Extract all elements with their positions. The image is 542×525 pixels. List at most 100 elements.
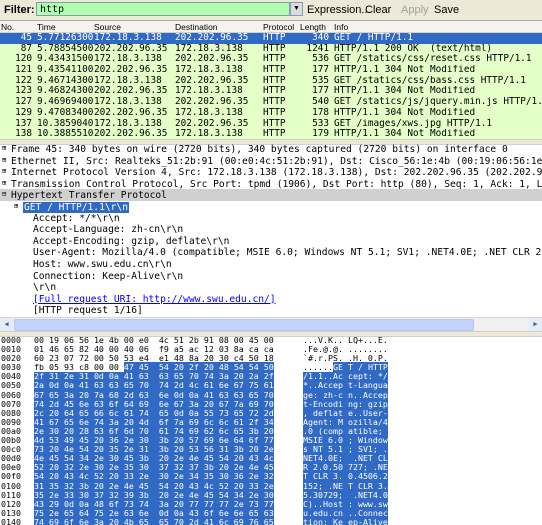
packet-cell-proto: HTTP	[263, 65, 286, 76]
detail-tree-item[interactable]: Accept-Encoding: gzip, deflate\r\n	[0, 236, 542, 248]
apply-button: Apply	[401, 4, 429, 16]
detail-link[interactable]: [Full request URI: http://www.swu.edu.cn…	[33, 294, 276, 305]
packet-cell-len: 535	[312, 75, 329, 86]
packet-cell-src: 172.18.3.138	[94, 75, 162, 86]
packet-list: No. Time Source Destination Protocol Len…	[0, 21, 542, 139]
expand-icon[interactable]: ⊞	[2, 166, 11, 178]
detail-tree-item[interactable]: \r\n	[0, 282, 542, 294]
packet-row[interactable]: 122 9.46714300 172.18.3.138 202.202.96.35 HT…	[0, 75, 542, 87]
packet-cell-src: 172.18.3.138	[94, 54, 162, 65]
packet-cell-info: HTTP/1.1 304 Not Modified	[334, 86, 476, 97]
packet-cell-info: GET /statics/js/jquery.min.js HTTP/1.1	[334, 97, 542, 108]
packet-row[interactable]: 45 5.77126300 172.18.3.138 202.202.96.35 HTT…	[0, 33, 542, 44]
packet-cell-time: 9.46714300	[37, 75, 94, 86]
packet-cell-src: 172.18.3.138	[94, 118, 162, 129]
scrollbar-thumb[interactable]	[14, 319, 474, 331]
packet-cell-dst: 172.18.3.138	[175, 129, 243, 139]
packet-cell-proto: HTTP	[263, 107, 286, 118]
detail-text: Ethernet II, Src: Realteks_51:2b:91 (00:…	[11, 155, 542, 167]
packet-cell-no: 87	[20, 43, 32, 54]
column-header-info[interactable]: Info	[334, 22, 348, 32]
detail-tree-item[interactable]: ⊞ Ethernet II, Src: Realteks_51:2b:91 (00…	[0, 155, 542, 167]
packet-cell-dst: 172.18.3.138	[175, 43, 243, 54]
clear-button[interactable]: Clear	[365, 4, 391, 16]
detail-tree-item[interactable]: Host: www.swu.edu.cn\r\n	[0, 259, 542, 271]
packet-cell-time: 9.46969400	[37, 97, 94, 108]
expression-button[interactable]: Expression...	[307, 4, 371, 16]
packet-bytes-pane: 0000 00 19 06 56 1e 4b 00 e0 4c 51 2b 91 …	[0, 336, 542, 525]
packet-cell-dst: 172.18.3.138	[175, 107, 243, 118]
packet-cell-info: HTTP/1.1 200 OK (text/html)	[334, 43, 493, 54]
packet-cell-no: 123	[15, 86, 32, 97]
hex-row[interactable]: 0140 74 69 6f 6e 3a 20 4b 65 65 70 2d 41 …	[0, 517, 542, 525]
detail-tree-item[interactable]: [Full request URI: http://www.swu.edu.cn…	[0, 294, 542, 306]
save-button[interactable]: Save	[434, 4, 459, 16]
packet-row[interactable]: 129 9.47083400 202.202.96.35 172.18.3.138 HT…	[0, 107, 542, 119]
filter-toolbar: Filter: http ▼ Expression... Clear Apply…	[0, 0, 542, 21]
packet-cell-len: 177	[312, 86, 329, 97]
packet-row[interactable]: 121 9.43541100 202.202.96.35 172.18.3.138 HT…	[0, 65, 542, 76]
packet-cell-len: 533	[312, 118, 329, 129]
detail-text: Internet Protocol Version 4, Src: 172.18…	[11, 166, 542, 178]
hex-ascii[interactable]: tion: Ke ep-Alive	[303, 517, 388, 525]
packet-cell-no: 45	[20, 33, 32, 43]
packet-cell-src: 202.202.96.35	[94, 129, 168, 139]
packet-cell-time: 9.46824300	[37, 86, 94, 97]
filter-dropdown-button[interactable]: ▼	[290, 2, 303, 16]
detail-tree-item[interactable]: User-Agent: Mozilla/4.0 (compatible; MSI…	[0, 247, 542, 259]
expand-icon[interactable]: ⊞	[2, 178, 11, 190]
packet-row[interactable]: 120 9.43431500 172.18.3.138 202.202.96.35 HT…	[0, 54, 542, 66]
expand-icon[interactable]: ⊞	[2, 155, 11, 167]
packet-cell-dst: 172.18.3.138	[175, 65, 243, 76]
column-header-time[interactable]: Time	[37, 22, 56, 32]
column-header-no[interactable]: No.	[1, 22, 14, 32]
detail-tree-item[interactable]: Accept-Language: zh-cn\r\n	[0, 224, 542, 236]
column-header-source[interactable]: Source	[94, 22, 121, 32]
detail-text: Host: www.swu.edu.cn\r\n	[33, 258, 172, 270]
packet-row[interactable]: 127 9.46969400 172.18.3.138 202.202.96.35 HT…	[0, 97, 542, 108]
detail-text: User-Agent: Mozilla/4.0 (compatible; MSI…	[33, 247, 542, 259]
detail-tree-item[interactable]: ⊟ Hypertext Transfer Protocol	[0, 189, 542, 201]
scroll-left-arrow-icon[interactable]: ◀	[0, 318, 13, 331]
packet-cell-time: 10.3885510	[37, 129, 94, 139]
detail-tree-item[interactable]: ⊞ Frame 45: 340 bytes on wire (2720 bits)…	[0, 143, 542, 155]
packet-cell-len: 1241	[306, 43, 329, 54]
packet-cell-dst: 172.18.3.138	[175, 86, 243, 97]
packet-row[interactable]: 87 5.78854500 202.202.96.35 172.18.3.138 HTT…	[0, 43, 542, 55]
packet-cell-src: 202.202.96.35	[94, 43, 168, 54]
packet-cell-proto: HTTP	[263, 86, 286, 97]
filter-input[interactable]: http	[36, 2, 290, 16]
packet-list-header: No. Time Source Destination Protocol Len…	[0, 21, 542, 33]
detail-text: Accept-Encoding: gzip, deflate\r\n	[33, 235, 230, 247]
expand-icon[interactable]: ⊞	[2, 143, 11, 155]
packet-cell-time: 9.47083400	[37, 107, 94, 118]
packet-cell-info: GET /statics/css/bass.css HTTP/1.1	[334, 75, 526, 86]
column-header-destination[interactable]: Destination	[175, 22, 218, 32]
packet-row[interactable]: 137 10.3859040 172.18.3.138 202.202.96.35 HT…	[0, 118, 542, 130]
packet-cell-proto: HTTP	[263, 129, 286, 139]
detail-tree-item[interactable]: Connection: Keep-Alive\r\n	[0, 271, 542, 283]
detail-tree-item[interactable]: Accept: */*\r\n	[0, 213, 542, 225]
packet-cell-time: 9.43431500	[37, 54, 94, 65]
scroll-right-arrow-icon[interactable]: ▶	[529, 318, 542, 331]
expand-icon[interactable]: ⊞	[14, 201, 23, 213]
packet-row[interactable]: 138 10.3885510 202.202.96.35 172.18.3.138 HT…	[0, 129, 542, 139]
column-header-protocol[interactable]: Protocol	[263, 22, 294, 32]
detail-tree-item[interactable]: [HTTP request 1/16]	[0, 305, 542, 317]
packet-cell-proto: HTTP	[263, 33, 286, 43]
packet-cell-proto: HTTP	[263, 97, 286, 108]
details-horizontal-scrollbar[interactable]: ◀ ▶	[0, 317, 542, 331]
detail-tree-item[interactable]: ⊞ GET / HTTP/1.1\r\n	[0, 201, 542, 213]
detail-text: [HTTP request 1/16]	[33, 305, 143, 317]
packet-row[interactable]: 123 9.46824300 202.202.96.35 172.18.3.138 HT…	[0, 86, 542, 98]
collapse-icon[interactable]: ⊟	[2, 189, 11, 201]
detail-text: Hypertext Transfer Protocol	[11, 190, 167, 202]
detail-tree-item[interactable]: ⊞ Transmission Control Protocol, Src Port…	[0, 178, 542, 190]
hex-bytes[interactable]: 74 69 6f 6e 3a 20 4b 65 65 70 2d 41 6c 6…	[34, 517, 274, 525]
packet-cell-len: 340	[312, 33, 329, 43]
packet-cell-info: HTTP/1.1 304 Not Modified	[334, 107, 476, 118]
detail-tree-item[interactable]: ⊞ Internet Protocol Version 4, Src: 172.1…	[0, 166, 542, 178]
packet-cell-src: 172.18.3.138	[94, 33, 162, 43]
packet-cell-proto: HTTP	[263, 118, 286, 129]
column-header-length[interactable]: Length	[300, 22, 326, 32]
